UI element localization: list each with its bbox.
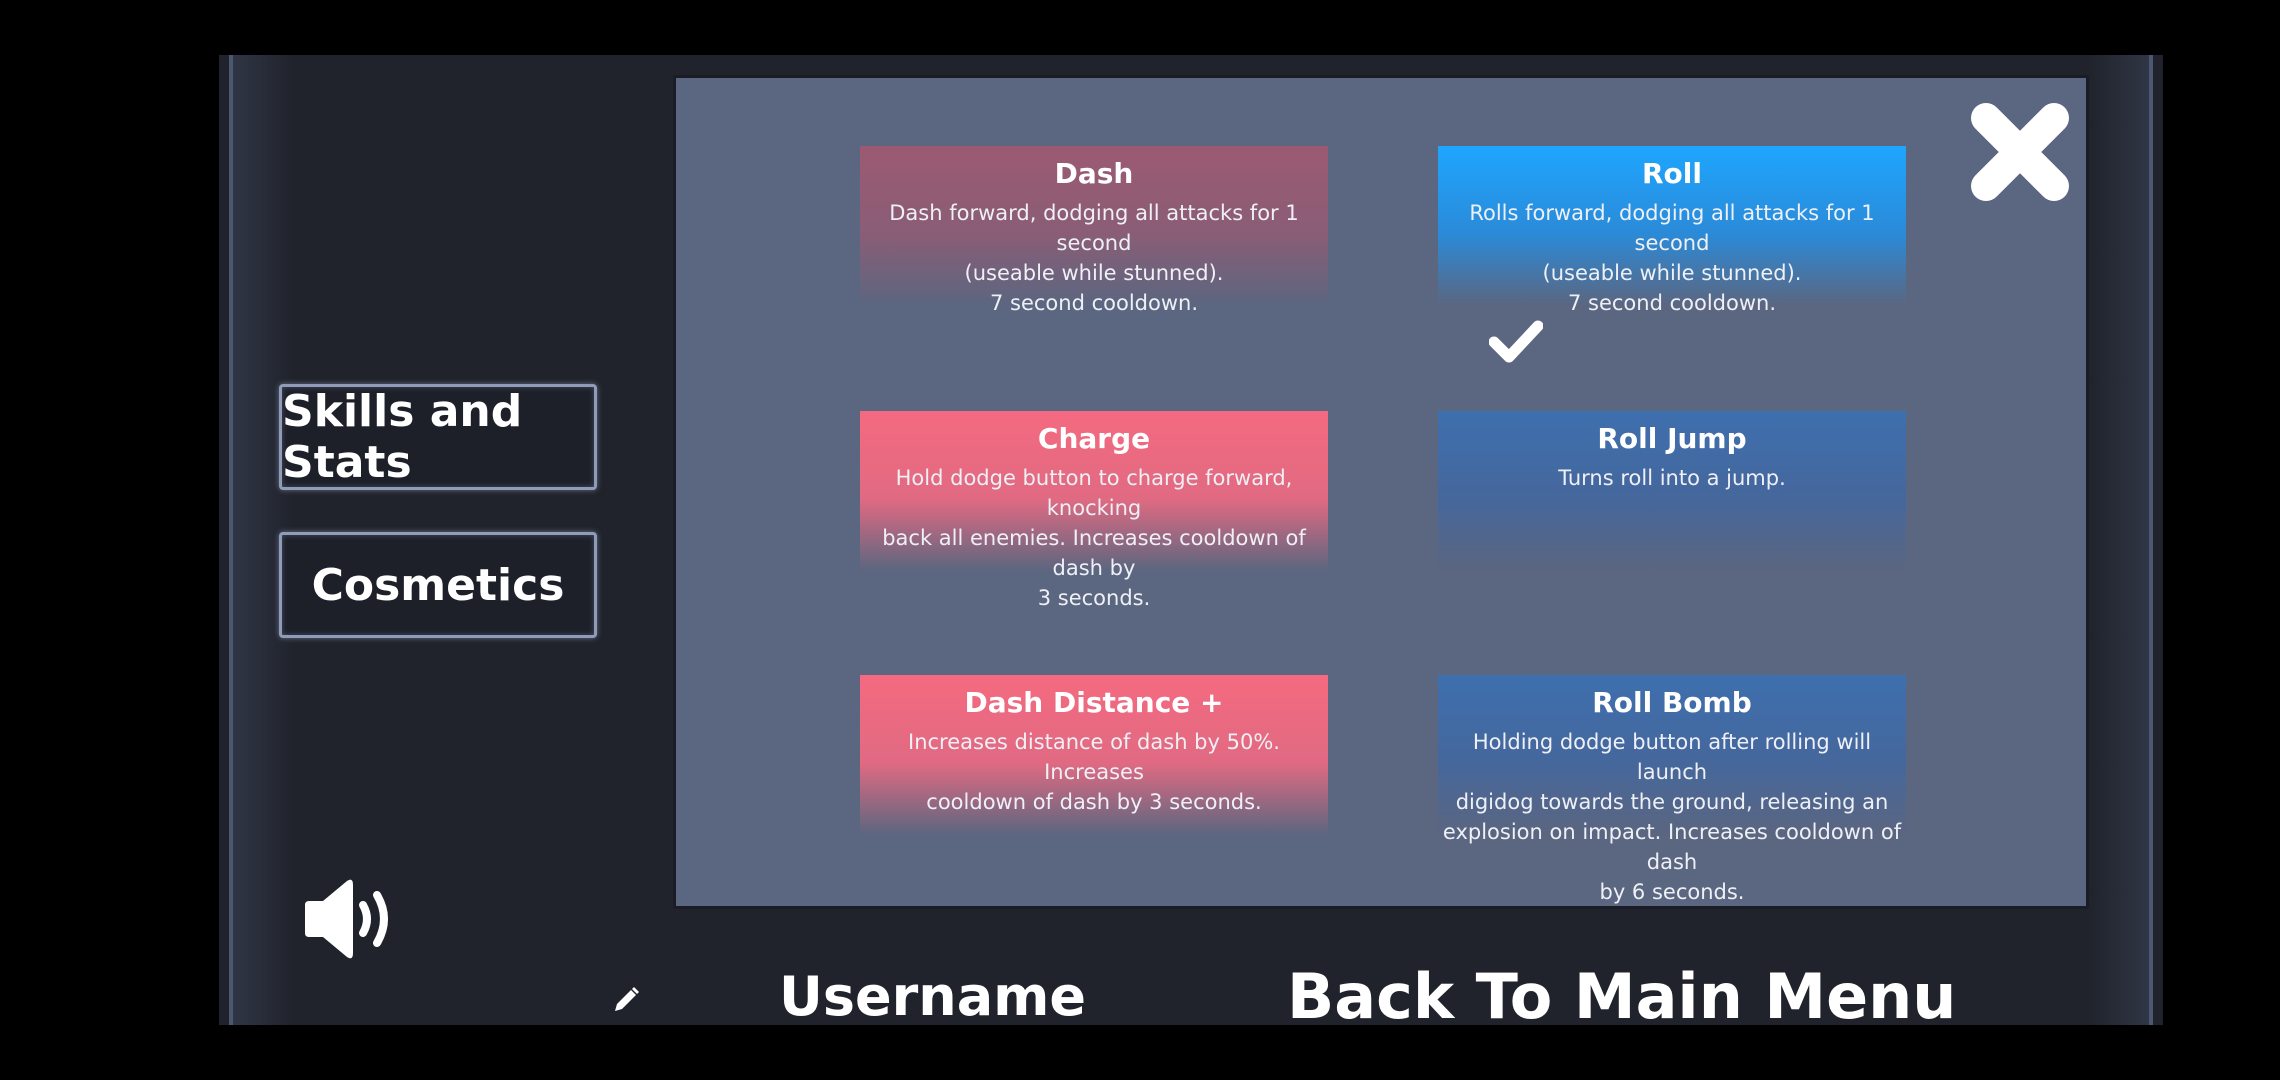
skill-card-roll[interactable]: Roll Rolls forward, dodging all attacks … <box>1438 146 1906 315</box>
skill-description: Increases distance of dash by 50%. Incre… <box>908 730 1280 814</box>
skill-title: Roll Bomb <box>1592 686 1752 719</box>
skill-card-roll-bomb[interactable]: Roll Bomb Holding dodge button after rol… <box>1438 675 1906 904</box>
skill-card-roll-jump[interactable]: Roll Jump Turns roll into a jump. <box>1438 411 1906 571</box>
checkmark-icon <box>1489 320 1543 363</box>
skill-title: Roll Jump <box>1597 422 1747 455</box>
skill-card-dash[interactable]: Dash Dash forward, dodging all attacks f… <box>860 146 1328 315</box>
skills-and-stats-button[interactable]: Skills and Stats <box>279 384 597 490</box>
back-to-main-menu-button[interactable]: Back To Main Menu <box>1287 960 1956 1025</box>
pencil-icon[interactable] <box>611 985 641 1015</box>
skill-card-charge[interactable]: Charge Hold dodge button to charge forwa… <box>860 411 1328 610</box>
close-icon[interactable] <box>1968 100 2072 204</box>
skill-description: Turns roll into a jump. <box>1558 466 1786 490</box>
cosmetics-button[interactable]: Cosmetics <box>279 532 597 638</box>
skill-title: Charge <box>1037 422 1151 455</box>
skill-description: Dash forward, dodging all attacks for 1 … <box>889 201 1299 315</box>
username-field[interactable]: Username <box>779 965 1086 1025</box>
frame-right-edge <box>2149 55 2153 1025</box>
skill-description: Rolls forward, dodging all attacks for 1… <box>1469 201 1875 315</box>
skills-panel: Dash Dash forward, dodging all attacks f… <box>673 75 2089 909</box>
skill-card-dash-distance[interactable]: Dash Distance + Increases distance of da… <box>860 675 1328 835</box>
skill-title: Roll <box>1642 157 1702 190</box>
frame-right-glow <box>2089 55 2149 1025</box>
skill-description: Holding dodge button after rolling will … <box>1442 730 1902 904</box>
skill-title: Dash Distance + <box>964 686 1224 719</box>
skill-title: Dash <box>1054 157 1134 190</box>
skill-description: Hold dodge button to charge forward, kno… <box>882 466 1306 610</box>
speaker-icon[interactable] <box>301 877 397 961</box>
game-frame: Skills and Stats Cosmetics Dash Dash for… <box>219 55 2163 1025</box>
